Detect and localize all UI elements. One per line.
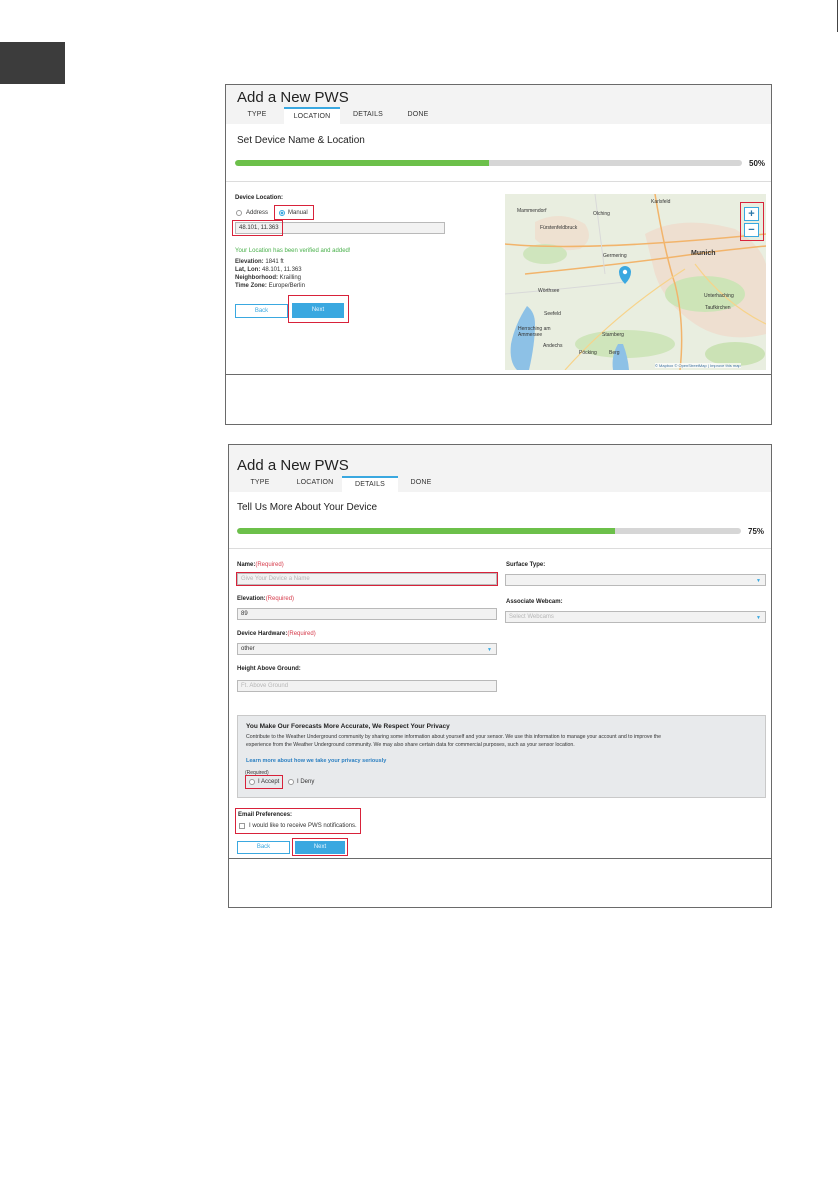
coordinates-highlight <box>232 220 283 236</box>
map-label-taufkirchen: Taufkirchen <box>705 305 731 311</box>
caret-down-icon: ▼ <box>756 578 761 584</box>
map-label-seefeld: Seefeld <box>544 311 561 317</box>
back-button[interactable]: Back <box>235 304 288 318</box>
info-latlon: Lat, Lon: 48.101, 11.363 <box>235 267 302 273</box>
map-label-germering: Germering <box>603 253 627 259</box>
back-button[interactable]: Back <box>237 841 290 854</box>
map-label-unterhaching: Unterhaching <box>704 293 734 299</box>
device-location-label: Device Location: <box>235 195 284 201</box>
map-label-andechs: Andechs <box>543 343 563 349</box>
verified-message: Your Location has been verified and adde… <box>235 248 351 254</box>
device-hardware-label: Device Hardware:(Required) <box>237 631 316 637</box>
divider <box>229 548 771 549</box>
elevation-label: Elevation:(Required) <box>237 596 295 602</box>
tab-details[interactable]: DETAILS <box>342 107 394 124</box>
progress-fill <box>235 160 489 166</box>
map-label-karlsfeld: Karlsfeld <box>651 199 671 205</box>
progress-percent: 75% <box>748 527 765 536</box>
privacy-link[interactable]: Learn more about how we take your privac… <box>246 758 386 764</box>
height-input[interactable]: Ft. Above Ground <box>237 680 497 692</box>
privacy-body-line1: Contribute to the Weather Underground co… <box>246 734 662 740</box>
zoom-highlight <box>740 202 764 241</box>
tab-details[interactable]: DETAILS <box>342 476 398 492</box>
map-label-fuerstenfeldbruck: Fürstenfeldbruck <box>540 225 578 231</box>
map-label-starnberg: Starnberg <box>602 332 624 338</box>
location-map[interactable]: Karlsfeld Mammendorf Olching Fürstenfeld… <box>505 194 766 370</box>
step-subtitle: Tell Us More About Your Device <box>237 502 378 513</box>
privacy-panel: You Make Our Forecasts More Accurate, We… <box>237 715 766 798</box>
name-label: Name:(Required) <box>237 562 284 568</box>
address-radio-label: Address <box>246 210 269 216</box>
info-timezone: Time Zone: Europe/Berlin <box>235 283 305 289</box>
map-label-mammendorf: Mammendorf <box>517 208 547 214</box>
tab-type[interactable]: TYPE <box>231 107 283 124</box>
crop-mark <box>837 0 838 32</box>
manual-highlight <box>274 205 314 220</box>
caption-area <box>226 374 771 424</box>
divider <box>226 181 771 182</box>
map-label-berg: Berg <box>609 350 620 356</box>
caret-down-icon: ▼ <box>756 615 761 621</box>
map-label-woerthsee: Wörthsee <box>538 288 560 294</box>
tab-location[interactable]: LOCATION <box>287 476 343 492</box>
progress-bar <box>237 528 741 534</box>
progress-bar <box>235 160 742 166</box>
elevation-input[interactable]: 89 <box>237 608 497 620</box>
deny-radio[interactable] <box>288 779 294 785</box>
next-highlight <box>288 295 349 323</box>
tab-done[interactable]: DONE <box>394 107 442 124</box>
height-label: Height Above Ground: <box>237 666 301 672</box>
name-highlight <box>236 572 498 586</box>
location-step-screenshot: Add a New PWS TYPE LOCATION DETAILS DONE… <box>225 84 772 425</box>
wizard-title: Add a New PWS <box>237 89 349 106</box>
map-label-munich: Munich <box>691 250 716 257</box>
device-hardware-select[interactable]: other ▼ <box>237 643 497 655</box>
map-label-herrsching: Herrsching am Ammersee <box>518 326 551 338</box>
webcam-select[interactable]: Select Webcams ▼ <box>505 611 766 623</box>
tab-type[interactable]: TYPE <box>234 476 286 492</box>
next-highlight <box>292 838 348 856</box>
caret-down-icon: ▼ <box>487 647 492 653</box>
info-elevation: Elevation: 1841 ft <box>235 259 284 265</box>
map-label-poecking: Pöcking <box>579 350 597 356</box>
email-highlight <box>235 808 361 834</box>
info-neighborhood: Neighborhood: Krailling <box>235 275 302 281</box>
wizard-header: Add a New PWS TYPE LOCATION DETAILS DONE <box>226 85 771 124</box>
privacy-body-line2: experience from the Weather Underground … <box>246 742 575 748</box>
wizard-header: Add a New PWS TYPE LOCATION DETAILS DONE <box>229 445 771 492</box>
wizard-title: Add a New PWS <box>237 457 349 474</box>
progress-percent: 50% <box>749 159 766 168</box>
progress-fill <box>237 528 615 534</box>
map-label-olching: Olching <box>593 211 610 217</box>
surface-type-label: Surface Type: <box>506 562 546 568</box>
map-attribution[interactable]: © Mapbox © OpenStreetMap | Improve this … <box>655 363 741 368</box>
accept-highlight <box>245 775 283 789</box>
language-tab-marker <box>0 42 65 84</box>
deny-label: I Deny <box>297 779 315 785</box>
step-subtitle: Set Device Name & Location <box>237 135 365 146</box>
caption-area <box>229 858 771 907</box>
tab-done[interactable]: DONE <box>399 476 443 492</box>
surface-type-select[interactable]: ▼ <box>505 574 766 586</box>
privacy-title: You Make Our Forecasts More Accurate, We… <box>246 723 450 730</box>
tab-location[interactable]: LOCATION <box>284 107 340 124</box>
address-radio[interactable] <box>236 210 242 216</box>
webcam-label: Associate Webcam: <box>506 599 563 605</box>
details-step-screenshot: Add a New PWS TYPE LOCATION DETAILS DONE… <box>228 444 772 908</box>
